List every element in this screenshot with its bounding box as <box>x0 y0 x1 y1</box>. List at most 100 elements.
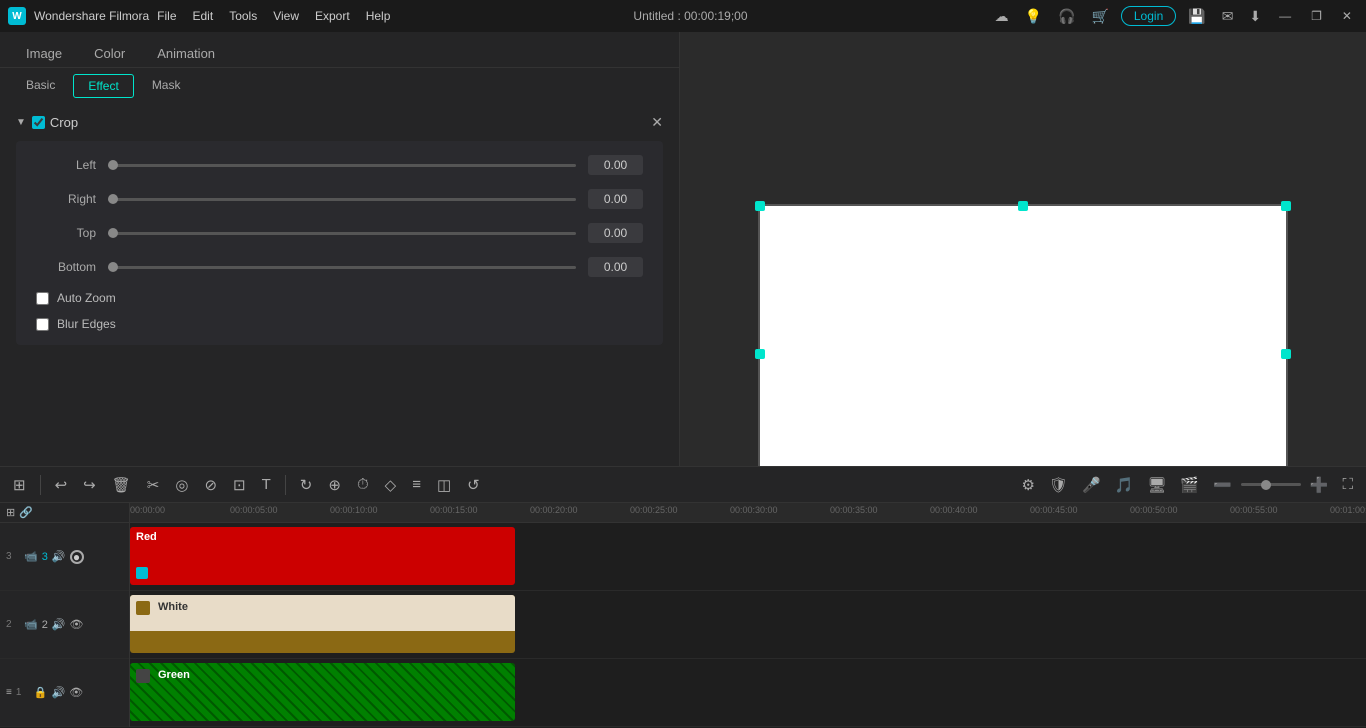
menu-view[interactable]: View <box>273 9 299 23</box>
blur-edges-label: Blur Edges <box>57 317 116 331</box>
track3-mute-icon[interactable]: 🔊 <box>52 550 66 563</box>
crop-row-top: Top <box>36 223 643 243</box>
lightbulb-icon[interactable]: 💡 <box>1021 6 1046 27</box>
crop-fields: Left Right Top Bottom <box>16 141 663 345</box>
crop-bottom-value[interactable] <box>588 257 643 277</box>
clip-white[interactable]: White <box>130 595 515 653</box>
tb-text-icon[interactable]: T <box>257 473 276 496</box>
tb-list-icon[interactable]: ≡ <box>407 473 426 496</box>
ruler-mark-60: 00:01:00:00 <box>1330 505 1366 515</box>
clip-green[interactable]: Green <box>130 663 515 721</box>
tb-rotate-icon[interactable]: ↻ <box>295 473 318 497</box>
track3-visibility-circle[interactable]: ● <box>70 550 84 564</box>
crop-close-icon[interactable]: ✕ <box>651 114 663 131</box>
subtab-mask[interactable]: Mask <box>138 74 195 98</box>
tb-sep-2 <box>285 475 286 495</box>
cloud-icon[interactable]: ☁ <box>991 6 1013 27</box>
minimize-button[interactable]: — <box>1273 7 1297 25</box>
subtab-basic[interactable]: Basic <box>12 74 69 98</box>
track3-video-icon[interactable]: 📹 <box>24 550 38 563</box>
crop-checkbox[interactable] <box>32 116 45 129</box>
tb-diamond-icon[interactable]: ◇ <box>380 473 402 497</box>
mail-icon[interactable]: ✉ <box>1218 6 1238 27</box>
collapse-arrow-icon[interactable]: ▼ <box>16 117 26 128</box>
crop-top-slider[interactable] <box>108 232 576 235</box>
tb-minus-icon[interactable]: ➖ <box>1208 473 1237 497</box>
menu-file[interactable]: File <box>157 9 176 23</box>
tb-plus-icon[interactable]: ➕ <box>1305 473 1334 497</box>
handle-left-mid[interactable] <box>755 349 765 359</box>
tab-animation[interactable]: Animation <box>143 40 229 67</box>
tb-fullscreen-icon[interactable]: ⛶ <box>1337 473 1358 496</box>
tb-sep-1 <box>40 475 41 495</box>
track2-eye-icon[interactable]: 👁 <box>70 618 84 631</box>
track2-mute-icon[interactable]: 🔊 <box>52 618 66 631</box>
tb-music-icon[interactable]: 🎵 <box>1110 473 1139 497</box>
login-button[interactable]: Login <box>1121 6 1176 26</box>
tb-delete-icon[interactable]: 🗑 <box>107 473 136 497</box>
track-area: 00:00:00 00:00:05:00 00:00:10:00 00:00:1… <box>130 503 1366 727</box>
save-icon[interactable]: 💾 <box>1184 6 1209 27</box>
tb-film-icon[interactable]: 🎬 <box>1175 473 1204 497</box>
track-label-3: 3 📹 3 🔊 ● <box>0 523 129 591</box>
restore-button[interactable]: ❐ <box>1305 7 1328 25</box>
tab-image[interactable]: Image <box>12 40 76 67</box>
app-name: Wondershare Filmora <box>34 9 149 23</box>
tb-crop-icon[interactable]: ◎ <box>170 473 193 497</box>
blur-edges-row[interactable]: Blur Edges <box>36 317 643 331</box>
crop-right-value[interactable] <box>588 189 643 209</box>
auto-zoom-checkbox[interactable] <box>36 292 49 305</box>
tb-monitor-icon[interactable]: 🖥 <box>1142 473 1171 497</box>
track2-num2: 2 <box>42 619 48 631</box>
handle-top-mid[interactable] <box>1018 201 1028 211</box>
crop-checkbox-label[interactable]: Crop <box>32 115 78 130</box>
timeline-ruler: 00:00:00 00:00:05:00 00:00:10:00 00:00:1… <box>130 503 1366 523</box>
zoom-slider[interactable] <box>1241 483 1301 486</box>
tb-undo-icon[interactable]: ↩ <box>50 473 73 497</box>
track2-video-icon[interactable]: 📹 <box>24 618 38 631</box>
track1-mute-icon[interactable]: 🔊 <box>52 686 66 699</box>
close-button[interactable]: ✕ <box>1336 7 1358 25</box>
crop-left-value[interactable] <box>588 155 643 175</box>
tb-cut-icon[interactable]: ✂ <box>142 473 165 497</box>
tb-shield-icon[interactable]: 🛡 <box>1044 473 1073 497</box>
subtab-effect[interactable]: Effect <box>73 74 133 98</box>
tb-loop-icon[interactable]: ↺ <box>462 473 485 497</box>
track1-eye-icon[interactable]: 👁 <box>69 686 83 699</box>
tb-split-icon[interactable]: ⊡ <box>228 473 251 497</box>
menu-help[interactable]: Help <box>366 9 391 23</box>
add-track-icon[interactable]: ⊞ <box>6 506 15 519</box>
crop-bottom-slider[interactable] <box>108 266 576 269</box>
menu-export[interactable]: Export <box>315 9 350 23</box>
crop-top-value[interactable] <box>588 223 643 243</box>
track1-lock-icon[interactable]: 🔒 <box>34 686 48 699</box>
tb-mute-icon[interactable]: ⊘ <box>199 473 222 497</box>
tb-redo-icon[interactable]: ↪ <box>78 473 101 497</box>
crop-left-slider[interactable] <box>108 164 576 167</box>
handle-right-mid[interactable] <box>1281 349 1291 359</box>
handle-top-right[interactable] <box>1281 201 1291 211</box>
cart-icon[interactable]: 🛒 <box>1087 6 1112 27</box>
blur-edges-checkbox[interactable] <box>36 318 49 331</box>
tb-layout-icon[interactable]: ⊞ <box>8 473 31 497</box>
ruler-mark-50: 00:00:50:00 <box>1130 505 1178 515</box>
headphone-icon[interactable]: 🎧 <box>1054 6 1079 27</box>
tb-settings-icon[interactable]: ⚙ <box>1017 473 1040 497</box>
auto-zoom-label: Auto Zoom <box>57 291 116 305</box>
tb-timer-icon[interactable]: ⏱ <box>352 473 374 496</box>
track-num-2: 2 <box>6 619 20 630</box>
tb-add-icon[interactable]: ⊕ <box>323 473 346 497</box>
menu-tools[interactable]: Tools <box>229 9 257 23</box>
tb-ripple-icon[interactable]: ◫ <box>432 473 456 497</box>
clip-red[interactable]: Red <box>130 527 515 585</box>
tb-mic-icon[interactable]: 🎤 <box>1077 473 1106 497</box>
crop-right-slider[interactable] <box>108 198 576 201</box>
handle-top-left[interactable] <box>755 201 765 211</box>
crop-left-label: Left <box>36 158 96 172</box>
menu-edit[interactable]: Edit <box>193 9 214 23</box>
download-icon[interactable]: ⬇ <box>1245 6 1265 27</box>
auto-zoom-row[interactable]: Auto Zoom <box>36 291 643 305</box>
link-icon[interactable]: 🔗 <box>19 506 33 519</box>
tab-color[interactable]: Color <box>80 40 139 67</box>
clip-green-label: Green <box>158 669 190 681</box>
